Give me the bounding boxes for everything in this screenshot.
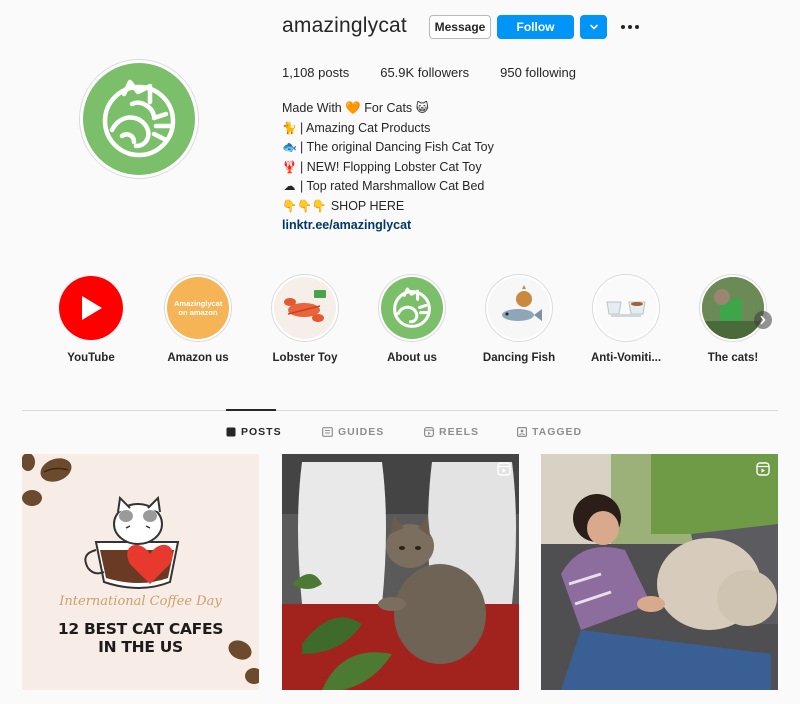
highlight-label: YouTube [67,352,115,364]
bio-line: 👇👇👇 SHOP HERE [282,197,494,217]
chevron-right-icon [760,315,766,325]
chevron-down-icon [589,24,598,30]
post-title-line: 12 BEST CAT CAFES [57,620,224,638]
profile-stats: 1,108 posts 65.9K followers 950 followin… [282,65,607,80]
story-highlights: YouTube Amazinglycat on amazon Amazon us [0,274,800,370]
cat-emoji-icon: 🐈 [282,120,297,135]
highlights-next-button[interactable] [754,311,772,329]
tabs-divider [22,410,778,411]
fish-image-icon [488,277,550,339]
message-button[interactable]: Message [429,15,491,39]
cat-on-table-photo [282,454,519,690]
bio-line: 🐈 | Amazing Cat Products [282,119,494,139]
highlight-anti-vomiting[interactable]: Anti-Vomiti... [578,274,674,364]
guides-icon [322,427,333,437]
cat-logo-icon [381,277,443,339]
followers-count[interactable]: 65.9K followers [380,65,469,80]
bio-text: | Top rated Marshmallow Cat Bed [300,179,485,193]
cat-logo-icon [83,63,195,175]
tab-reels[interactable]: REELS [424,426,479,438]
highlight-lobster-toy[interactable]: Lobster Toy [257,274,353,364]
highlight-cover [378,274,446,342]
cat-photo-icon [702,277,764,339]
highlight-label: About us [387,352,437,364]
tab-label: POSTS [241,426,282,438]
profile-bio: Made With 🧡 For Cats 😺 🐈 | Amazing Cat P… [282,99,494,236]
highlight-cover [485,274,553,342]
tab-label: GUIDES [338,426,385,438]
bio-text: | NEW! Flopping Lobster Cat Toy [300,159,482,174]
post-title-line: IN THE US [98,638,183,656]
options-button[interactable] [618,15,642,39]
fish-emoji-icon: 🐟 [282,140,297,154]
more-options-icon [621,25,639,29]
cloud-emoji-icon: ☁ [283,179,296,193]
profile-username: amazinglycat [282,14,407,37]
following-count[interactable]: 950 following [500,65,576,80]
highlight-cover [592,274,660,342]
post-tile-cat-on-table[interactable] [282,454,519,690]
profile-avatar[interactable] [79,59,199,179]
highlight-about-us[interactable]: About us [364,274,460,364]
bio-line: ☁ | Top rated Marshmallow Cat Bed [282,177,494,197]
tab-tagged[interactable]: TAGGED [517,426,582,438]
tab-label: REELS [439,426,480,438]
highlight-label: The cats! [707,352,759,364]
tab-posts[interactable]: POSTS [226,426,282,438]
bio-line: 🦞 | NEW! Flopping Lobster Cat Toy [282,158,494,178]
amazon-badge-icon: Amazinglycat on amazon [167,277,229,339]
bio-text: Made With 🧡 For Cats 😺 [282,101,429,115]
tab-guides[interactable]: GUIDES [322,426,384,438]
highlight-label: Lobster Toy [272,352,338,364]
highlight-cover [699,274,767,342]
highlight-cover: Amazinglycat on amazon [164,274,232,342]
bio-link[interactable]: linktr.ee/amazinglycat [282,216,411,236]
reel-indicator-icon [497,462,511,481]
bio-text: SHOP HERE [330,198,405,213]
tab-label: TAGGED [532,426,583,438]
woman-hugging-cat-photo [541,454,778,690]
bio-line: 🐟 | The original Dancing Fish Cat Toy [282,138,494,158]
reel-indicator-icon [756,462,770,481]
highlight-youtube[interactable]: YouTube [43,274,139,364]
bio-line: linktr.ee/amazinglycat [282,216,494,236]
highlight-dancing-fish[interactable]: Dancing Fish [471,274,567,364]
bio-line: Made With 🧡 For Cats 😺 [282,99,494,119]
bio-text: | Amazing Cat Products [300,120,431,135]
highlight-amazon[interactable]: Amazinglycat on amazon Amazon us [150,274,246,364]
youtube-play-icon [59,276,123,340]
post-tile-coffee-day[interactable]: International Coffee Day 12 BEST CAT CAF… [22,454,259,690]
bowl-image-icon [595,277,657,339]
lobster-image-icon [274,277,336,339]
follow-button[interactable]: Follow [497,15,574,39]
tagged-icon [517,427,527,437]
post-title-text: 12 BEST CAT CAFES IN THE US [22,620,259,656]
lobster-emoji-icon: 🦞 [282,159,297,174]
grid-icon [226,427,236,437]
highlight-cover [57,274,125,342]
active-tab-indicator [226,409,276,411]
amazon-badge-text: Amazinglycat on amazon [174,299,223,317]
highlight-label: Amazon us [167,352,229,364]
highlight-cover [271,274,339,342]
pointing-down-emoji-icon: 👇👇👇 [282,198,327,213]
suggested-accounts-button[interactable] [580,15,607,39]
post-tile-woman-with-cat[interactable] [541,454,778,690]
reels-icon [424,427,434,437]
highlight-label: Anti-Vomiti... [590,352,662,364]
posts-count: 1,108 posts [282,65,350,80]
instagram-profile-page: amazinglycat Message Follow 1,108 posts … [0,0,800,704]
highlight-label: Dancing Fish [482,352,556,364]
post-script-text: International Coffee Day [59,594,222,609]
bio-text: | The original Dancing Fish Cat Toy [300,140,494,154]
